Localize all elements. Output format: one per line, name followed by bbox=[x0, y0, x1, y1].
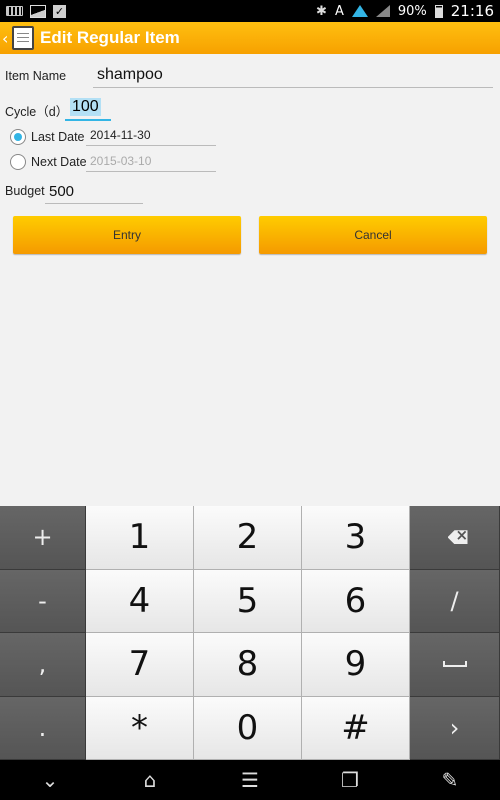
cycle-label: Cycle（d） bbox=[5, 105, 69, 119]
key-asterisk[interactable]: * bbox=[86, 696, 194, 760]
item-name-value: shampoo bbox=[97, 66, 163, 83]
status-bar: ✓ ✱ A 90% 21:16 bbox=[0, 0, 500, 22]
clock: 21:16 bbox=[450, 2, 494, 20]
item-name-label: Item Name bbox=[5, 69, 67, 83]
cycle-value: 100 bbox=[70, 98, 101, 116]
entry-button[interactable]: Entry bbox=[13, 216, 241, 254]
edit-pencil-icon[interactable]: ✎ bbox=[420, 768, 480, 792]
battery-icon bbox=[434, 4, 443, 18]
key-7[interactable]: 7 bbox=[86, 633, 194, 697]
carrier-letter: A bbox=[334, 3, 344, 19]
key-6[interactable]: 6 bbox=[302, 569, 410, 633]
budget-input[interactable]: 500 bbox=[45, 178, 143, 204]
page-title: Edit Regular Item bbox=[40, 28, 180, 47]
home-icon[interactable]: ⌂ bbox=[120, 768, 180, 792]
key-plus[interactable]: + bbox=[0, 506, 86, 570]
image-icon bbox=[30, 4, 46, 18]
backspace-icon bbox=[447, 530, 468, 545]
key-comma[interactable]: , bbox=[0, 633, 86, 697]
edit-form: Item Name shampoo Cycle（d） 100 Last Date… bbox=[0, 54, 500, 506]
notification-icons: ✓ bbox=[6, 4, 66, 18]
key-space[interactable] bbox=[410, 633, 500, 697]
key-3[interactable]: 3 bbox=[302, 506, 410, 570]
next-date-radio[interactable] bbox=[10, 154, 26, 170]
key-next[interactable]: › bbox=[410, 696, 500, 760]
key-2[interactable]: 2 bbox=[194, 506, 302, 570]
navigation-bar: ⌄ ⌂ ☰ ❐ ✎ bbox=[0, 760, 500, 800]
last-date-label[interactable]: Last Date bbox=[31, 130, 85, 144]
key-1[interactable]: 1 bbox=[86, 506, 194, 570]
numeric-keyboard: + 1 2 3 - 4 5 6 / , 7 8 9 . * 0 # › bbox=[0, 506, 500, 760]
key-0[interactable]: 0 bbox=[194, 696, 302, 760]
back-chevron-icon[interactable]: ‹ bbox=[2, 29, 12, 48]
key-period[interactable]: . bbox=[0, 696, 86, 760]
key-4[interactable]: 4 bbox=[86, 569, 194, 633]
bluetooth-icon: ✱ bbox=[316, 3, 327, 19]
next-date-placeholder: 2015-03-10 bbox=[90, 154, 152, 168]
cancel-button[interactable]: Cancel bbox=[259, 216, 487, 254]
key-9[interactable]: 9 bbox=[302, 633, 410, 697]
key-5[interactable]: 5 bbox=[194, 569, 302, 633]
menu-icon[interactable]: ☰ bbox=[220, 768, 280, 792]
item-name-input[interactable]: shampoo bbox=[93, 62, 493, 88]
key-delete[interactable] bbox=[410, 506, 500, 570]
key-hash[interactable]: # bbox=[302, 696, 410, 760]
next-date-label[interactable]: Next Date bbox=[31, 155, 87, 169]
last-date-radio[interactable] bbox=[10, 129, 26, 145]
checkbox-icon: ✓ bbox=[53, 4, 66, 18]
next-date-input[interactable]: 2015-03-10 bbox=[86, 150, 216, 172]
hide-keyboard-chevron-down-icon[interactable]: ⌄ bbox=[20, 768, 80, 792]
budget-label: Budget bbox=[5, 184, 45, 198]
key-8[interactable]: 8 bbox=[194, 633, 302, 697]
space-icon bbox=[442, 661, 467, 668]
budget-value: 500 bbox=[49, 183, 75, 200]
battery-percent: 90% bbox=[397, 3, 427, 19]
last-date-value: 2014-11-30 bbox=[90, 128, 151, 142]
wifi-icon bbox=[352, 5, 368, 17]
cycle-input[interactable]: 100 bbox=[65, 94, 111, 121]
keyboard-icon bbox=[6, 6, 23, 16]
key-minus[interactable]: - bbox=[0, 569, 86, 633]
notepad-app-icon[interactable] bbox=[12, 26, 34, 50]
key-slash[interactable]: / bbox=[410, 569, 500, 633]
system-icons: ✱ A 90% 21:16 bbox=[316, 2, 494, 20]
recent-apps-icon[interactable]: ❐ bbox=[320, 768, 380, 792]
signal-icon bbox=[375, 5, 390, 17]
last-date-input[interactable]: 2014-11-30 bbox=[86, 124, 216, 146]
action-bar: ‹ Edit Regular Item bbox=[0, 22, 500, 54]
